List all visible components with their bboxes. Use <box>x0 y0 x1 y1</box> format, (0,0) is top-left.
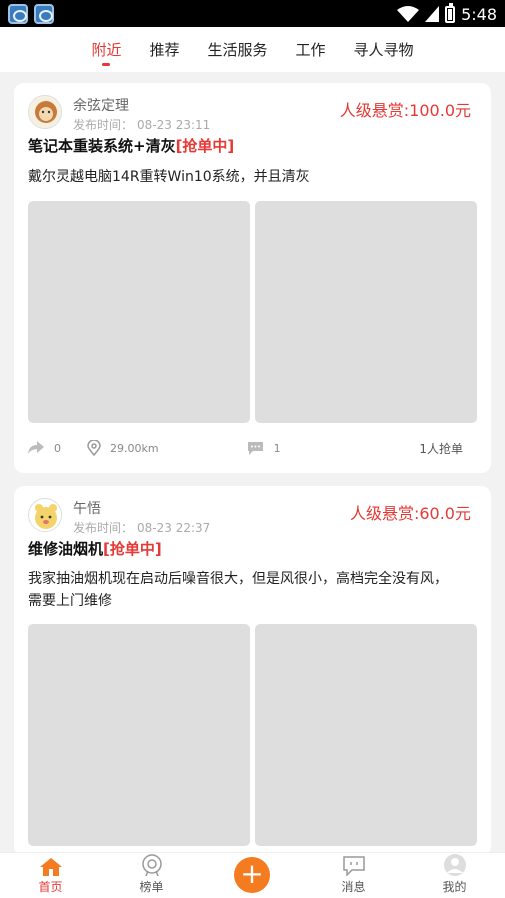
post-image[interactable] <box>255 201 477 423</box>
post-title[interactable]: 笔记本重装系统+清灰[抢单中] <box>28 135 234 156</box>
nav-home[interactable]: 首页 <box>0 853 101 898</box>
home-icon <box>39 858 62 876</box>
nav-ranking[interactable]: 榜单 <box>101 853 202 898</box>
comment-icon <box>247 441 263 455</box>
publish-time: 发布时间： 08-23 23:11 <box>73 118 211 132</box>
post-image[interactable] <box>255 624 477 846</box>
post-image[interactable] <box>28 201 250 423</box>
tab-life-services[interactable]: 生活服务 <box>193 27 281 72</box>
username: 余弦定理 <box>73 98 129 114</box>
grab-count: 1人抢单 <box>419 441 463 456</box>
username: 午悟 <box>73 501 101 517</box>
category-tabs: 附近 推荐 生活服务 工作 寻人寻物 <box>0 27 505 72</box>
status-tag: [抢单中] <box>175 137 235 155</box>
publish-time: 发布时间： 08-23 22:37 <box>73 521 211 535</box>
publish-plus-button[interactable]: + <box>234 857 270 893</box>
distance: 29.00km <box>87 440 159 456</box>
post-description: 戴尔灵越电脑14R重转Win10系统，并且清灰 <box>28 169 310 185</box>
status-bar: 5:48 <box>0 0 505 27</box>
tab-nearby[interactable]: 附近 <box>77 27 135 72</box>
status-tag: [抢单中] <box>103 540 162 558</box>
post-stats: 0 29.00km 1 1人抢单 <box>28 438 477 458</box>
post-image[interactable] <box>28 624 250 846</box>
post-title[interactable]: 维修油烟机[抢单中] <box>28 538 162 559</box>
battery-icon <box>445 2 456 23</box>
profile-icon <box>443 854 466 876</box>
message-icon <box>342 856 365 876</box>
clock: 5:48 <box>461 4 497 24</box>
tab-lost-and-found[interactable]: 寻人寻物 <box>340 27 428 72</box>
location-pin-icon <box>87 440 101 456</box>
nav-messages[interactable]: 消息 <box>303 853 404 898</box>
share-icon <box>28 441 44 454</box>
reward-amount: 人级悬赏:100.0元 <box>339 101 471 120</box>
app-notification-icon <box>8 4 28 24</box>
medal-icon <box>141 854 162 876</box>
active-tab-indicator <box>102 63 111 66</box>
wifi-icon <box>397 6 420 22</box>
avatar[interactable] <box>28 95 62 129</box>
share-button[interactable]: 0 <box>28 441 61 455</box>
reward-amount: 人级悬赏:60.0元 <box>349 504 471 523</box>
post-card[interactable]: 午悟 发布时间： 08-23 22:37 人级悬赏:60.0元 维修油烟机[抢单中… <box>14 486 491 856</box>
post-description: 我家抽油烟机现在启动后噪音很大，但是风很小，高档完全没有风，需要上门维修 <box>28 571 448 609</box>
post-card[interactable]: 余弦定理 发布时间： 08-23 23:11 人级悬赏:100.0元 笔记本重装系… <box>14 83 491 473</box>
comment-button[interactable]: 1 <box>247 441 281 456</box>
nav-mine[interactable]: 我的 <box>404 853 505 898</box>
tab-work[interactable]: 工作 <box>282 27 340 72</box>
tab-recommend[interactable]: 推荐 <box>135 27 193 72</box>
avatar[interactable] <box>28 498 62 532</box>
signal-icon <box>425 6 440 22</box>
app-notification-icon <box>34 4 54 24</box>
